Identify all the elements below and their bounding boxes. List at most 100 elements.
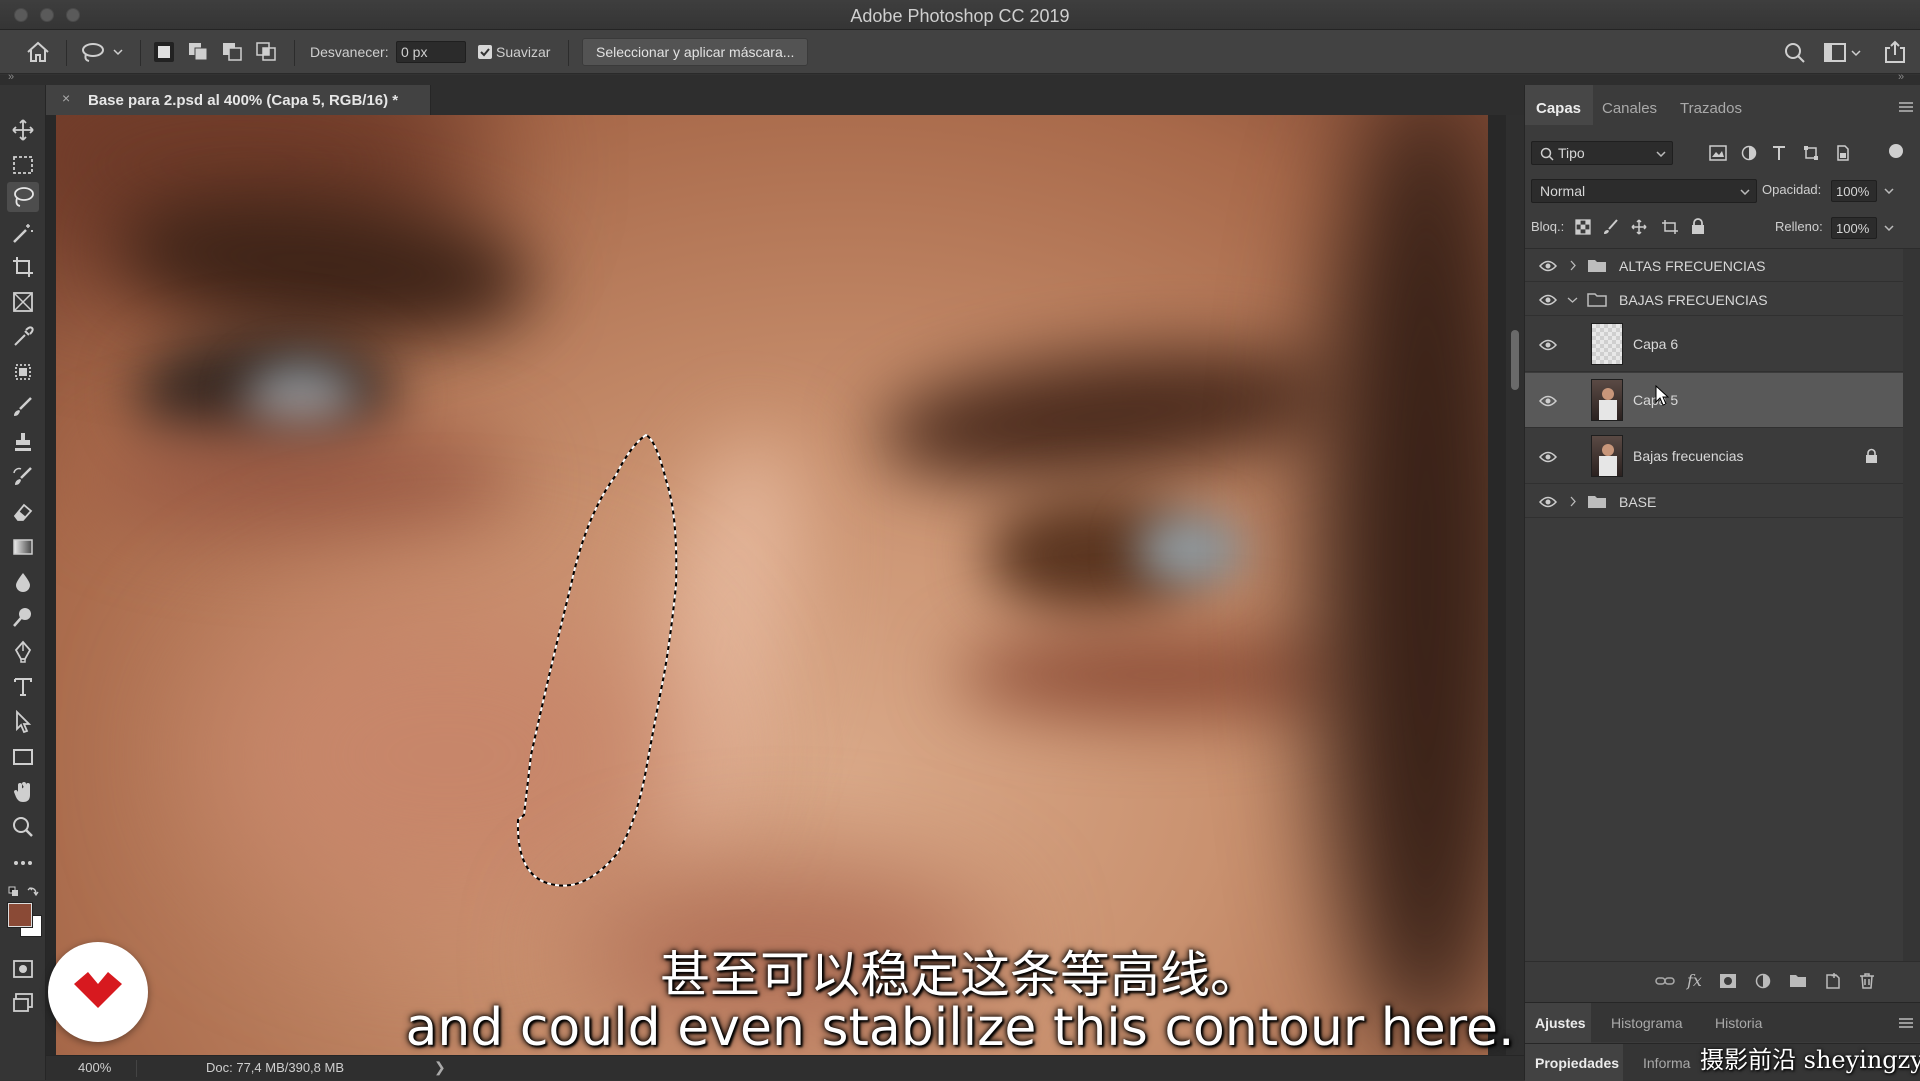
share-icon[interactable]	[1884, 40, 1906, 64]
document-tab[interactable]: × Base para 2.psd al 400% (Capa 5, RGB/1…	[46, 85, 431, 115]
select-and-mask-button[interactable]: Seleccionar y aplicar máscara...	[582, 38, 809, 66]
filter-pixel-layer-icon[interactable]	[1709, 145, 1727, 161]
subtract-selection-icon[interactable]	[222, 42, 244, 62]
history-brush-tool-icon[interactable]	[11, 465, 35, 489]
zoom-level[interactable]: 400%	[78, 1060, 111, 1075]
new-selection-mode-button[interactable]	[154, 42, 174, 62]
crop-tool-icon[interactable]	[11, 255, 35, 279]
type-tool-icon[interactable]	[11, 675, 35, 699]
clone-stamp-tool-icon[interactable]	[11, 430, 35, 454]
blend-mode-select[interactable]: Normal	[1531, 179, 1757, 203]
document-tab-title: Base para 2.psd al 400% (Capa 5, RGB/16)…	[88, 92, 399, 109]
mouse-cursor-icon	[1655, 385, 1670, 406]
vertical-scroll-thumb[interactable]	[1511, 330, 1519, 390]
tools-panel	[0, 85, 46, 1080]
layers-scrollbar[interactable]	[1903, 249, 1920, 961]
path-selection-tool-icon[interactable]	[11, 710, 35, 734]
layer-name: ALTAS FRECUENCIAS	[1619, 258, 1766, 274]
lasso-tool-icon[interactable]	[11, 185, 35, 209]
photo-canvas[interactable]	[56, 115, 1488, 1055]
gradient-tool-icon[interactable]	[11, 535, 35, 559]
visibility-eye-icon[interactable]	[1539, 260, 1557, 272]
feather-input[interactable]	[396, 41, 466, 63]
home-icon[interactable]	[26, 41, 50, 63]
layer-thumbnail	[1591, 379, 1623, 421]
dodge-tool-icon[interactable]	[11, 605, 35, 629]
layer-bajas-frecuencias-group[interactable]: BAJAS FRECUENCIAS	[1525, 283, 1903, 316]
lock-image-pixels-icon[interactable]	[1603, 219, 1619, 235]
filter-type-layer-icon[interactable]	[1771, 145, 1787, 161]
chevron-down-icon[interactable]	[1567, 296, 1578, 304]
filter-smart-object-icon[interactable]	[1835, 145, 1851, 161]
hand-tool-icon[interactable]	[11, 780, 35, 804]
visibility-eye-icon[interactable]	[1539, 451, 1557, 463]
layer-base[interactable]: BASE	[1525, 485, 1903, 518]
layer-thumbnail	[1591, 323, 1623, 365]
filter-toggle-icon[interactable]	[1889, 144, 1903, 158]
rectangle-tool-icon[interactable]	[11, 745, 35, 769]
status-bar: 400% Doc: 77,4 MB/390,8 MB ❯	[46, 1055, 1524, 1080]
tab-capas[interactable]: Capas	[1536, 100, 1581, 117]
fill-chevron-icon[interactable]	[1884, 225, 1894, 231]
more-tools-icon[interactable]	[11, 851, 35, 875]
close-tab-icon[interactable]: ×	[62, 90, 70, 106]
layer-name: BASE	[1619, 494, 1657, 510]
channel-logo	[48, 942, 148, 1042]
lock-artboard-icon[interactable]	[1661, 219, 1679, 235]
blur-tool-icon[interactable]	[11, 570, 35, 594]
visibility-eye-icon[interactable]	[1539, 395, 1557, 407]
options-bar: Desvanecer: Suavizar Seleccionar y aplic…	[0, 30, 1920, 74]
opacity-chevron-icon[interactable]	[1884, 188, 1894, 194]
search-icon[interactable]	[1784, 42, 1806, 64]
frame-tool-icon[interactable]	[11, 290, 35, 314]
magic-wand-tool-icon[interactable]	[11, 221, 35, 245]
lasso-preset-picker[interactable]	[80, 41, 124, 63]
antialias-checkbox[interactable]	[478, 45, 492, 59]
zoom-tool-icon[interactable]	[11, 815, 35, 839]
tab-canales[interactable]: Canales	[1602, 100, 1657, 117]
lock-position-icon[interactable]	[1631, 219, 1647, 235]
healing-brush-tool-icon[interactable]	[11, 360, 35, 384]
eraser-tool-icon[interactable]	[11, 500, 35, 524]
layers-panel-menu-icon[interactable]	[1899, 102, 1913, 112]
layer-name: Bajas frecuencias	[1633, 448, 1744, 464]
chevron-down-icon	[1740, 189, 1750, 195]
lock-label: Bloq.:	[1531, 219, 1565, 234]
workspace-icon[interactable]	[1824, 42, 1864, 64]
lock-transparent-pixels-icon[interactable]	[1575, 219, 1591, 235]
chevron-down-icon	[1656, 151, 1666, 157]
add-selection-icon[interactable]	[188, 42, 210, 62]
chevron-right-icon[interactable]	[1569, 260, 1577, 271]
filter-adjustment-layer-icon[interactable]	[1741, 145, 1757, 161]
marquee-tool-icon[interactable]	[11, 153, 35, 177]
tab-trazados[interactable]: Trazados	[1680, 100, 1742, 117]
antialias-label: Suavizar	[496, 44, 551, 60]
lock-all-icon[interactable]	[1691, 218, 1705, 235]
visibility-eye-icon[interactable]	[1539, 294, 1557, 306]
eyedropper-tool-icon[interactable]	[11, 325, 35, 349]
check-icon	[480, 48, 490, 57]
layer-bajas-frecuencias[interactable]: Bajas frecuencias	[1525, 429, 1903, 484]
vertical-scrollbar[interactable]	[1506, 115, 1524, 1055]
window-title: Adobe Photoshop CC 2019	[850, 6, 1070, 26]
intersect-selection-icon[interactable]	[256, 42, 278, 62]
chevron-right-icon[interactable]	[1569, 496, 1577, 507]
visibility-eye-icon[interactable]	[1539, 496, 1557, 508]
opacity-value[interactable]: 100%	[1831, 180, 1877, 202]
fill-value[interactable]: 100%	[1831, 217, 1877, 239]
brush-tool-icon[interactable]	[11, 395, 35, 419]
filter-shape-layer-icon[interactable]	[1803, 145, 1819, 161]
layer-altas-frecuencias[interactable]: ALTAS FRECUENCIAS	[1525, 249, 1903, 282]
visibility-eye-icon[interactable]	[1539, 339, 1557, 351]
pen-tool-icon[interactable]	[11, 640, 35, 664]
foreground-color-swatch[interactable]	[7, 902, 33, 928]
status-menu-arrow[interactable]: ❯	[434, 1059, 446, 1076]
expand-tools-icon[interactable]: »	[8, 71, 14, 83]
layer-capa-5[interactable]: Capa 5	[1525, 373, 1903, 428]
default-colors-icon[interactable]	[8, 885, 40, 899]
layer-capa-6[interactable]: Capa 6	[1525, 317, 1903, 372]
canvas-area[interactable]	[46, 115, 1524, 1055]
collapse-panels-icon[interactable]: »	[1898, 71, 1904, 83]
layer-filter-select[interactable]: Tipo	[1531, 141, 1673, 165]
move-tool-icon[interactable]	[11, 118, 35, 142]
